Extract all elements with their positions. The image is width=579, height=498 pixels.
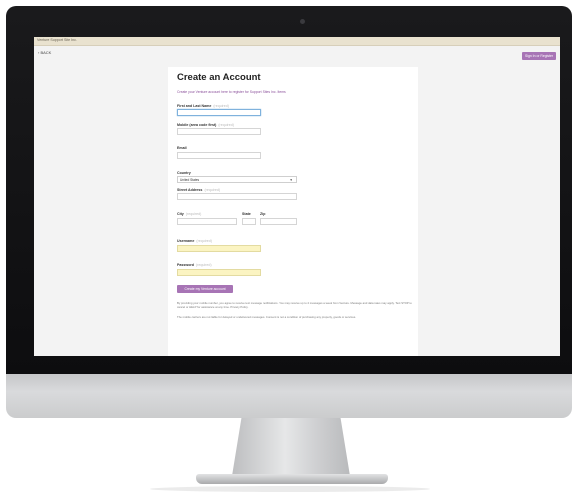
mobile-input[interactable]	[177, 128, 261, 135]
carrier-disclaimer: The mobile carriers are not liable for d…	[177, 315, 357, 319]
monitor-chin	[6, 374, 572, 418]
monitor-base	[196, 474, 388, 484]
stand-shadow	[150, 486, 430, 492]
country-label: Country	[177, 171, 191, 175]
state-label: State	[242, 212, 251, 216]
site-title: Venture Support Site Inc.	[37, 38, 77, 42]
password-input[interactable]	[177, 269, 261, 276]
dropdown-arrow-icon: ▾	[290, 177, 292, 182]
name-label: First and Last Name (required)	[177, 104, 229, 108]
registration-form: Create an Account Create your Venture ac…	[168, 67, 418, 356]
sign-in-button[interactable]: Sign In or Register	[522, 52, 556, 60]
page-subtitle: Create your Venture account here to regi…	[177, 90, 286, 94]
password-label: Password (required)	[177, 263, 212, 267]
state-input[interactable]	[242, 218, 256, 225]
mobile-label: Mobile (area code first) (required)	[177, 123, 234, 127]
username-input[interactable]	[177, 245, 261, 252]
name-input[interactable]	[177, 109, 261, 116]
camera-icon	[300, 19, 305, 24]
country-value: United States	[180, 178, 200, 182]
site-header: Venture Support Site Inc.	[34, 37, 560, 46]
email-input[interactable]	[177, 152, 261, 159]
page-title: Create an Account	[177, 72, 261, 83]
street-label: Street Address (required)	[177, 188, 221, 192]
monitor-stand	[232, 418, 350, 476]
city-label: City (required)	[177, 212, 202, 216]
browser-screen: Venture Support Site Inc. ‹ BACK Sign In…	[34, 37, 560, 356]
sms-disclaimer: By providing your mobile number, you agr…	[177, 301, 412, 309]
create-account-button[interactable]: Create my Venture account	[177, 285, 233, 293]
zip-input[interactable]	[260, 218, 297, 225]
country-select[interactable]: United States ▾	[177, 176, 297, 183]
zip-label: Zip	[260, 212, 266, 216]
email-label: Email	[177, 146, 187, 150]
city-input[interactable]	[177, 218, 237, 225]
username-label: Username (required)	[177, 239, 212, 243]
back-link[interactable]: ‹ BACK	[38, 50, 51, 55]
street-input[interactable]	[177, 193, 297, 200]
